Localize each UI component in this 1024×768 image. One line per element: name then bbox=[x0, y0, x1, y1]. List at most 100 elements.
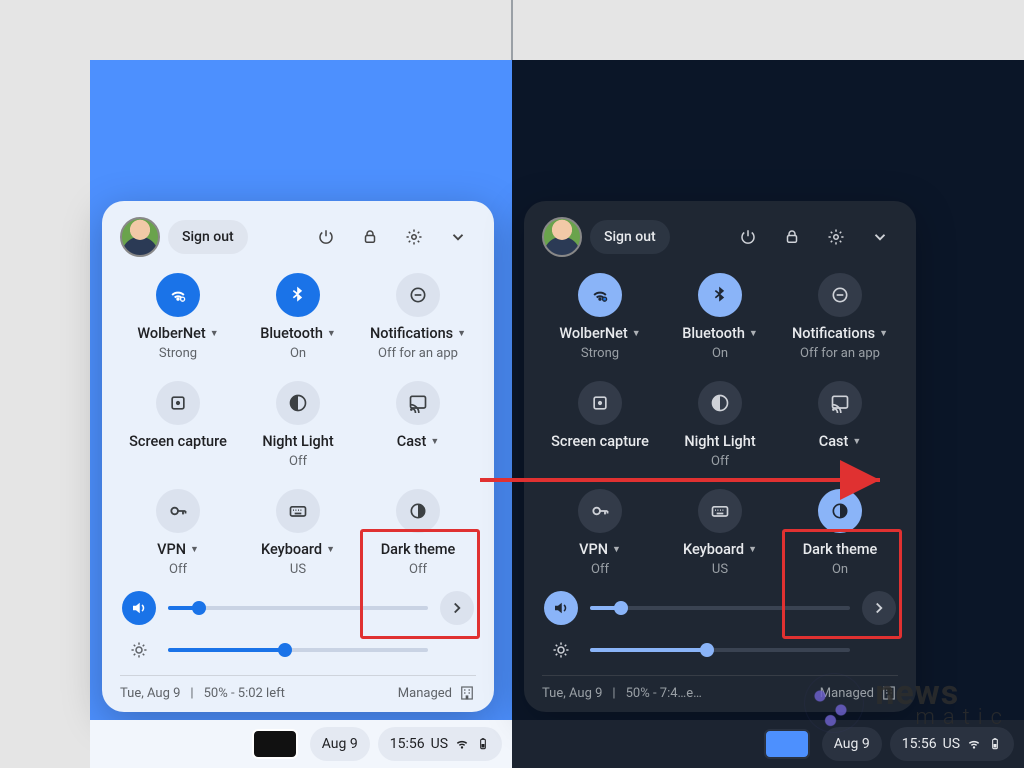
tile-wifi: WolberNet▼ Strong bbox=[542, 273, 658, 361]
cast-toggle[interactable] bbox=[396, 381, 440, 425]
notif-label[interactable]: Notifications▼ bbox=[792, 325, 888, 342]
tile-darktheme: Dark theme On bbox=[782, 489, 898, 577]
vpn-label[interactable]: VPN▼ bbox=[579, 541, 621, 558]
nightlight-sub: Off bbox=[289, 454, 307, 469]
caret-down-icon: ▼ bbox=[326, 544, 335, 555]
bluetooth-sub: On bbox=[290, 346, 306, 361]
tile-keyboard: Keyboard▼ US bbox=[240, 489, 356, 577]
tile-vpn: VPN▼ Off bbox=[120, 489, 236, 577]
audio-expand-button[interactable] bbox=[440, 591, 474, 625]
vpn-toggle[interactable] bbox=[578, 489, 622, 533]
caret-down-icon: ▼ bbox=[879, 328, 888, 339]
notif-label[interactable]: Notifications▼ bbox=[370, 325, 466, 342]
brightness-slider[interactable] bbox=[590, 648, 850, 652]
nightlight-label[interactable]: Night Light bbox=[684, 433, 755, 450]
footer-date: Tue, Aug 9 bbox=[120, 686, 180, 701]
user-avatar[interactable] bbox=[542, 217, 582, 257]
capture-toggle[interactable] bbox=[156, 381, 200, 425]
wifi-sub: Strong bbox=[581, 346, 619, 361]
caret-down-icon: ▼ bbox=[612, 544, 621, 555]
darktheme-sub: On bbox=[832, 562, 848, 577]
tile-cast: Cast▼ bbox=[360, 381, 476, 469]
tile-wifi: WolberNet▼Strong bbox=[120, 273, 236, 361]
wifi-icon bbox=[454, 736, 470, 752]
wifi-toggle[interactable] bbox=[578, 273, 622, 317]
cast-label[interactable]: Cast▼ bbox=[397, 433, 440, 450]
capture-toggle[interactable] bbox=[578, 381, 622, 425]
brightness-slider[interactable] bbox=[168, 648, 428, 652]
settings-button[interactable] bbox=[818, 219, 854, 255]
volume-slider[interactable] bbox=[168, 606, 428, 610]
shelf-date-pill[interactable]: Aug 9 bbox=[310, 727, 370, 761]
tile-bluetooth: Bluetooth▼ On bbox=[240, 273, 356, 361]
sign-out-button[interactable]: Sign out bbox=[590, 220, 670, 254]
bluetooth-toggle[interactable] bbox=[698, 273, 742, 317]
notif-toggle[interactable] bbox=[818, 273, 862, 317]
vpn-sub: Off bbox=[169, 562, 187, 577]
keyboard-toggle[interactable] bbox=[276, 489, 320, 533]
keyboard-sub: US bbox=[290, 562, 306, 577]
shelf-status-pill[interactable]: 15:56 US bbox=[378, 727, 502, 761]
vpn-sub: Off bbox=[591, 562, 609, 577]
tile-cast: Cast▼ bbox=[782, 381, 898, 469]
nightlight-label[interactable]: Night Light bbox=[262, 433, 333, 450]
notif-toggle[interactable] bbox=[396, 273, 440, 317]
bluetooth-sub: On bbox=[712, 346, 728, 361]
vpn-label[interactable]: VPN▼ bbox=[157, 541, 199, 558]
bluetooth-label[interactable]: Bluetooth▼ bbox=[260, 325, 336, 342]
cast-label[interactable]: Cast▼ bbox=[819, 433, 862, 450]
shelf-ime: US bbox=[943, 736, 960, 752]
power-button[interactable] bbox=[308, 219, 344, 255]
darktheme-toggle[interactable] bbox=[396, 489, 440, 533]
lock-button[interactable] bbox=[774, 219, 810, 255]
bluetooth-toggle[interactable] bbox=[276, 273, 320, 317]
quick-settings-panel-dark: Sign out WolberNet▼ Strong Bluetooth▼ On Not… bbox=[524, 201, 916, 712]
darktheme-label[interactable]: Dark theme bbox=[381, 541, 456, 558]
battery-icon bbox=[476, 736, 490, 752]
darktheme-toggle[interactable] bbox=[818, 489, 862, 533]
darktheme-sub: Off bbox=[409, 562, 427, 577]
battery-icon bbox=[988, 736, 1002, 752]
wifi-label[interactable]: WolberNet▼ bbox=[137, 325, 218, 342]
collapse-button[interactable] bbox=[440, 219, 476, 255]
caret-down-icon: ▼ bbox=[210, 328, 219, 339]
volume-icon[interactable] bbox=[544, 591, 578, 625]
wifi-label[interactable]: WolberNet▼ bbox=[559, 325, 640, 342]
footer-date: Tue, Aug 9 bbox=[542, 686, 602, 701]
collapse-button[interactable] bbox=[862, 219, 898, 255]
shelf-clock: 15:56 bbox=[390, 736, 425, 752]
wifi-toggle[interactable] bbox=[156, 273, 200, 317]
caret-down-icon: ▼ bbox=[327, 328, 336, 339]
shelf-ime: US bbox=[431, 736, 448, 752]
caret-down-icon: ▼ bbox=[632, 328, 641, 339]
footer-battery[interactable]: 50% - 7:4…e… bbox=[626, 686, 702, 701]
footer-battery[interactable]: 50% - 5:02 left bbox=[204, 686, 285, 701]
keyboard-label[interactable]: Keyboard▼ bbox=[261, 541, 335, 558]
bluetooth-label[interactable]: Bluetooth▼ bbox=[682, 325, 758, 342]
tile-keyboard: Keyboard▼US bbox=[662, 489, 778, 577]
shelf-light: Aug 9 15:56 US bbox=[90, 720, 512, 768]
lock-button[interactable] bbox=[352, 219, 388, 255]
tile-notif: Notifications▼Off for an app bbox=[782, 273, 898, 361]
audio-expand-button[interactable] bbox=[862, 591, 896, 625]
volume-slider[interactable] bbox=[590, 606, 850, 610]
power-button[interactable] bbox=[730, 219, 766, 255]
shelf-preview-thumb[interactable] bbox=[252, 729, 298, 759]
cast-toggle[interactable] bbox=[818, 381, 862, 425]
volume-icon[interactable] bbox=[122, 591, 156, 625]
nightlight-toggle[interactable] bbox=[276, 381, 320, 425]
nightlight-toggle[interactable] bbox=[698, 381, 742, 425]
settings-button[interactable] bbox=[396, 219, 432, 255]
sign-out-button[interactable]: Sign out bbox=[168, 220, 248, 254]
tile-capture: Screen capture bbox=[542, 381, 658, 469]
keyboard-toggle[interactable] bbox=[698, 489, 742, 533]
capture-label[interactable]: Screen capture bbox=[551, 433, 649, 450]
keyboard-label[interactable]: Keyboard▼ bbox=[683, 541, 757, 558]
vpn-toggle[interactable] bbox=[156, 489, 200, 533]
managed-label[interactable]: Managed bbox=[398, 686, 452, 701]
user-avatar[interactable] bbox=[120, 217, 160, 257]
capture-label[interactable]: Screen capture bbox=[129, 433, 227, 450]
tile-notif: Notifications▼Off for an app bbox=[360, 273, 476, 361]
darktheme-label[interactable]: Dark theme bbox=[803, 541, 878, 558]
managed-icon bbox=[458, 684, 476, 702]
